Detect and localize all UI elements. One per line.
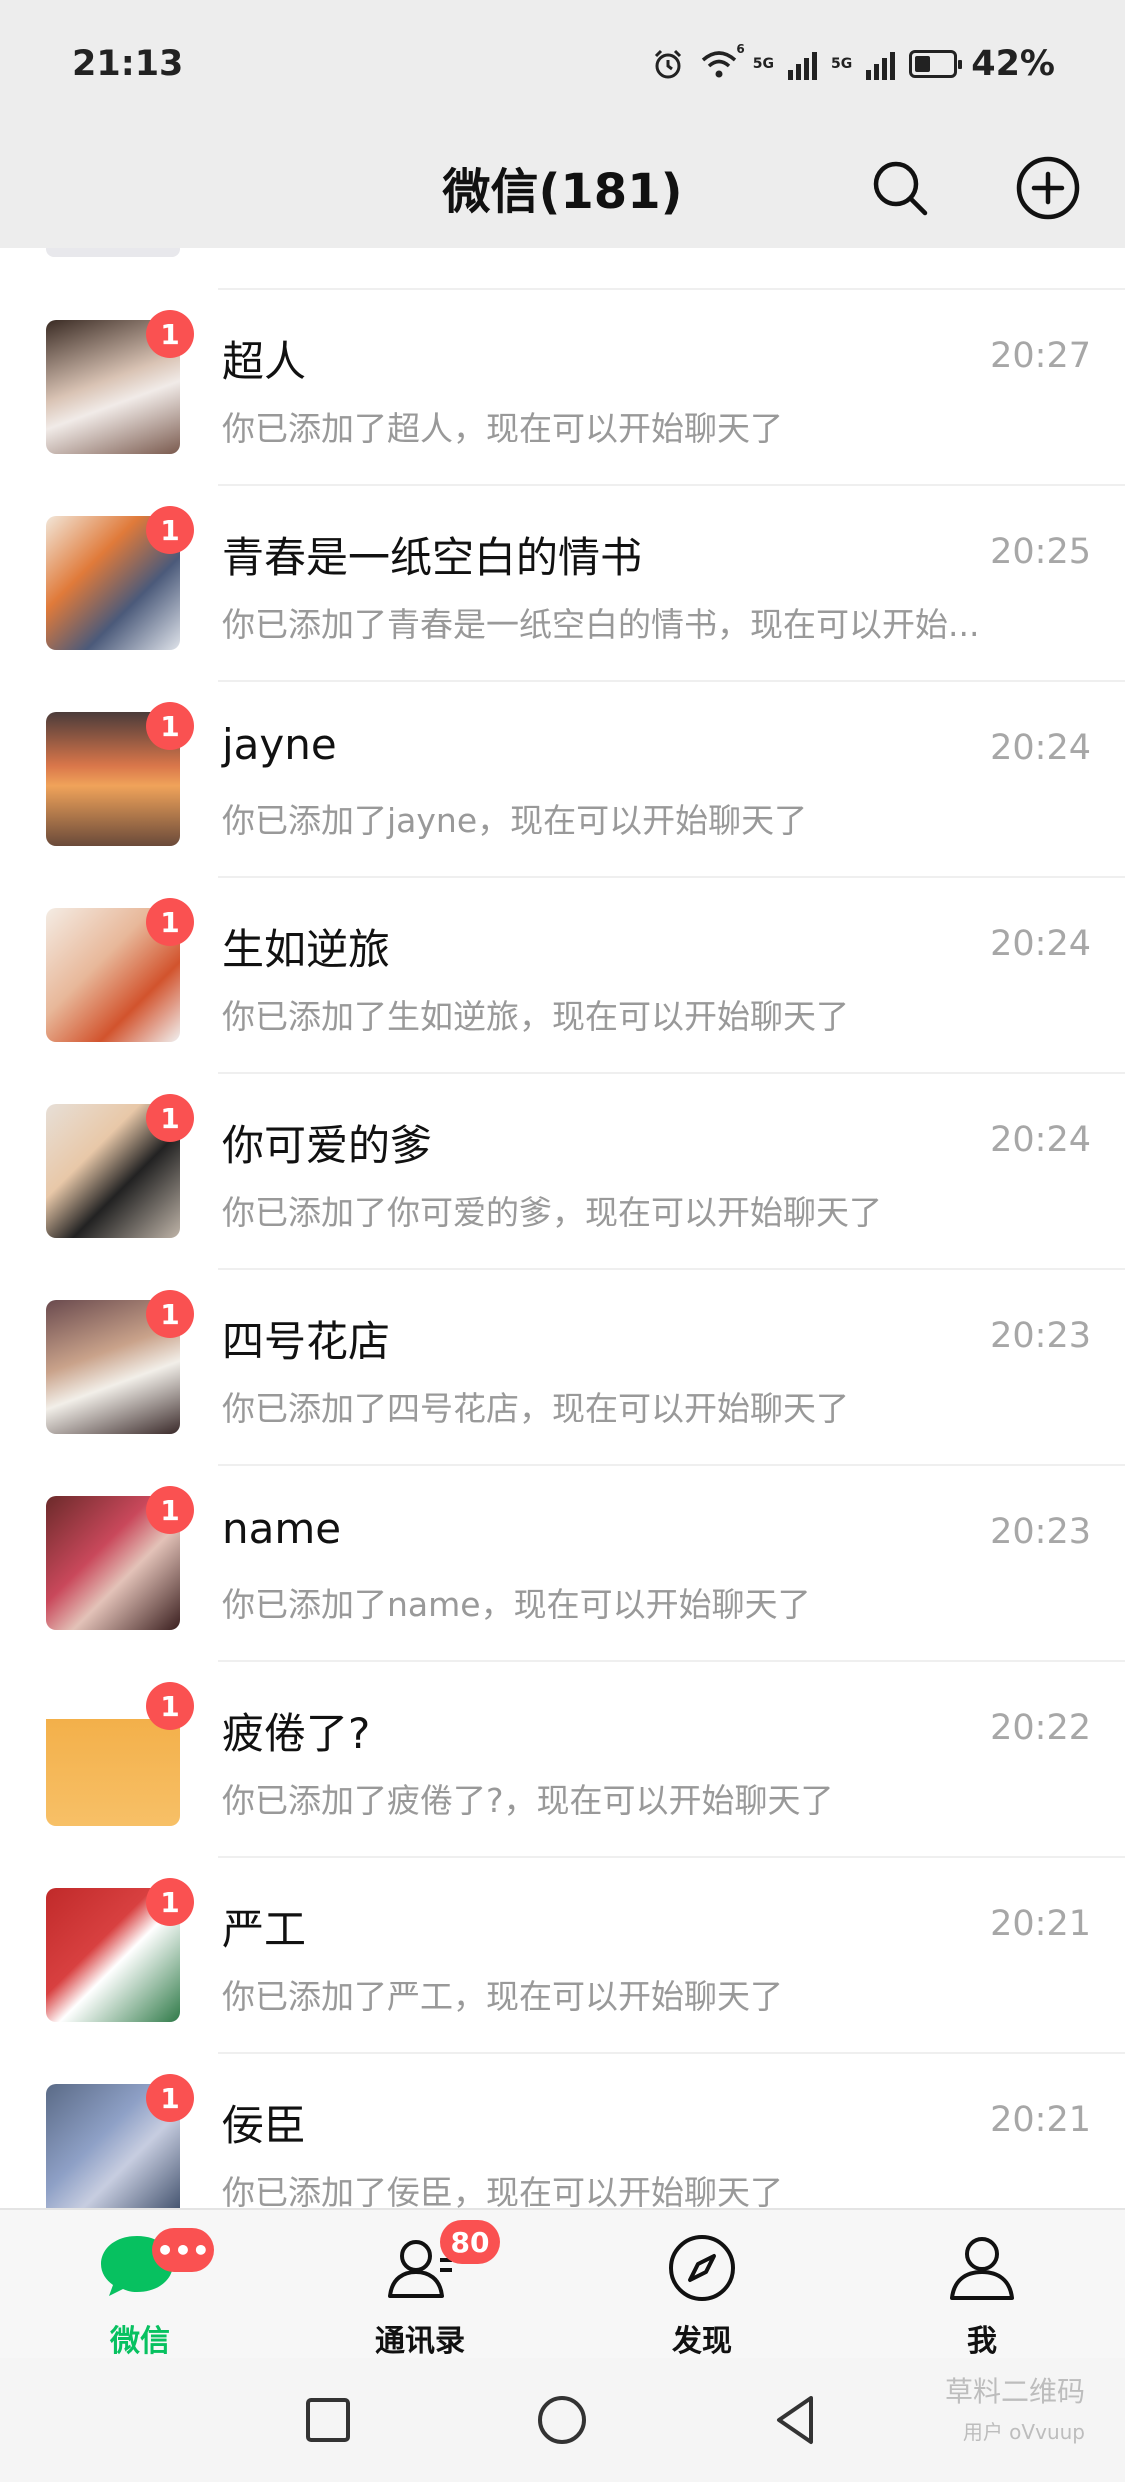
wifi-icon: 6 <box>699 42 745 80</box>
chat-list[interactable]: 1 超人 20:27 你已添加了超人，现在可以开始聊天了 1 青春是一纸空白的情书 20:2… <box>0 248 1125 2208</box>
chat-preview: 你已添加了青春是一纸空白的情书，现在可以开始... <box>222 605 980 644</box>
chat-time: 20:27 <box>990 336 1091 376</box>
chat-preview: 你已添加了你可爱的爹，现在可以开始聊天了 <box>222 1193 882 1232</box>
chat-name: 超人 <box>222 337 307 386</box>
chat-time: 20:24 <box>990 728 1091 768</box>
unread-badge: 1 <box>146 506 194 554</box>
chat-preview: 你已添加了疲倦了?，现在可以开始聊天了 <box>222 1781 834 1820</box>
chat-time: 20:23 <box>990 1316 1091 1356</box>
chat-preview: 你已添加了超人，现在可以开始聊天了 <box>222 409 783 448</box>
network-label-1: 5G <box>752 56 774 72</box>
tab-label-discover: 发现 <box>672 2324 732 2359</box>
chat-name: 佞臣 <box>222 2101 307 2150</box>
unread-badge: 1 <box>146 1682 194 1730</box>
tab-badge-chats: ••• <box>152 2228 214 2272</box>
chat-preview: 你已添加了name，现在可以开始聊天了 <box>222 1585 811 1624</box>
chat-time: 20:22 <box>990 1708 1091 1748</box>
chat-name: jayne <box>222 720 337 769</box>
chat-name: name <box>222 1504 342 1553</box>
tab-bar: ••• 微信 80 通讯录 发现 我 <box>0 2208 1125 2360</box>
unread-badge: 1 <box>146 1290 194 1338</box>
chat-name: 你可爱的爹 <box>222 1121 433 1170</box>
chat-name: 生如逆旅 <box>222 925 391 974</box>
tab-discover[interactable]: 发现 <box>602 2210 802 2360</box>
search-icon <box>873 161 928 216</box>
system-nav-bar: 草料二维码 用户 oVvuup <box>0 2358 1125 2482</box>
back-button[interactable] <box>756 2380 836 2460</box>
tab-label-chats: 微信 <box>110 2324 170 2359</box>
tab-label-me: 我 <box>967 2324 997 2359</box>
chat-time: 20:25 <box>990 532 1091 572</box>
unread-badge: 1 <box>146 2074 194 2122</box>
chat-time: 20:24 <box>990 1120 1091 1160</box>
chat-row[interactable]: 1 佞臣 20:21 你已添加了佞臣，现在可以开始聊天了 <box>0 2054 1125 2208</box>
unread-badge: 1 <box>146 310 194 358</box>
chat-row[interactable]: 1 超人 20:27 你已添加了超人，现在可以开始聊天了 <box>0 290 1125 486</box>
chat-row[interactable]: 1 jayne 20:24 你已添加了jayne，现在可以开始聊天了 <box>0 682 1125 878</box>
add-button[interactable] <box>1012 152 1084 224</box>
signal-icon-1 <box>787 48 817 80</box>
chat-row[interactable]: 1 青春是一纸空白的情书 20:25 你已添加了青春是一纸空白的情书，现在可以开始..… <box>0 486 1125 682</box>
circle-icon <box>538 2396 586 2444</box>
chat-name: 疲倦了? <box>222 1709 371 1758</box>
chat-preview: 你已添加了jayne，现在可以开始聊天了 <box>222 801 808 840</box>
person-icon <box>950 2237 1014 2300</box>
status-time: 21:13 <box>72 44 184 84</box>
chat-time: 20:21 <box>990 2100 1091 2140</box>
chat-name: 严工 <box>222 1905 307 1954</box>
chat-row[interactable]: 1 name 20:23 你已添加了name，现在可以开始聊天了 <box>0 1466 1125 1662</box>
tab-label-contacts: 通讯录 <box>375 2324 465 2359</box>
watermark: 草料二维码 用户 oVvuup <box>945 2370 1085 2445</box>
unread-badge: 1 <box>146 1878 194 1926</box>
unread-badge: 1 <box>146 898 194 946</box>
unread-badge: 1 <box>146 1486 194 1534</box>
chat-row[interactable]: 1 生如逆旅 20:24 你已添加了生如逆旅，现在可以开始聊天了 <box>0 878 1125 1074</box>
chat-row[interactable]: 1 疲倦了? 20:22 你已添加了疲倦了?，现在可以开始聊天了 <box>0 1662 1125 1858</box>
recents-button[interactable] <box>288 2380 368 2460</box>
alarm-icon <box>654 49 681 79</box>
app-header: 微信(181) <box>0 130 1125 248</box>
chat-time: 20:23 <box>990 1512 1091 1552</box>
signal-icon-2 <box>866 48 896 80</box>
chat-name: 青春是一纸空白的情书 <box>222 533 643 582</box>
tab-me[interactable]: 我 <box>882 2210 1082 2360</box>
home-button[interactable] <box>522 2380 602 2460</box>
triangle-back-icon <box>777 2396 813 2444</box>
plus-circle-icon <box>1016 156 1080 220</box>
search-button[interactable] <box>864 152 936 224</box>
chat-name: 四号花店 <box>222 1317 391 1366</box>
status-bar: 21:13 6 5G 5G 42% <box>0 0 1125 130</box>
chat-preview: 你已添加了生如逆旅，现在可以开始聊天了 <box>222 997 849 1036</box>
chat-time: 20:21 <box>990 1904 1091 1944</box>
battery-icon <box>909 50 963 78</box>
chat-row[interactable]: 1 四号花店 20:23 你已添加了四号花店，现在可以开始聊天了 <box>0 1270 1125 1466</box>
chat-time: 20:24 <box>990 924 1091 964</box>
network-label-2: 5G <box>830 56 853 72</box>
unread-badge: 1 <box>146 1094 194 1142</box>
chat-preview: 你已添加了佞臣，现在可以开始聊天了 <box>222 2173 783 2208</box>
wifi-tag: 6 <box>736 42 745 56</box>
chat-preview: 你已添加了四号花店，现在可以开始聊天了 <box>222 1389 849 1428</box>
watermark-line1: 草料二维码 <box>944 2375 1085 2408</box>
watermark-line2: 用户 oVvuup <box>962 2420 1085 2444</box>
tab-contacts[interactable]: 80 通讯录 <box>320 2210 520 2360</box>
tab-chats[interactable]: ••• 微信 <box>40 2210 240 2360</box>
unread-badge: 1 <box>146 702 194 750</box>
tab-badge-contacts: 80 <box>440 2220 500 2264</box>
chat-preview: 你已添加了严工，现在可以开始聊天了 <box>222 1977 783 2016</box>
partial-avatar <box>46 248 180 257</box>
battery-fill <box>915 56 931 72</box>
square-icon <box>306 2398 350 2442</box>
chat-row[interactable]: 1 你可爱的爹 20:24 你已添加了你可爱的爹，现在可以开始聊天了 <box>0 1074 1125 1270</box>
status-icons: 6 5G 5G 42% <box>651 42 1055 84</box>
compass-icon <box>669 2235 735 2301</box>
chat-row[interactable]: 1 严工 20:21 你已添加了严工，现在可以开始聊天了 <box>0 1858 1125 2054</box>
battery-percent: 42% <box>971 44 1055 84</box>
page-title: 微信(181) <box>442 164 683 220</box>
